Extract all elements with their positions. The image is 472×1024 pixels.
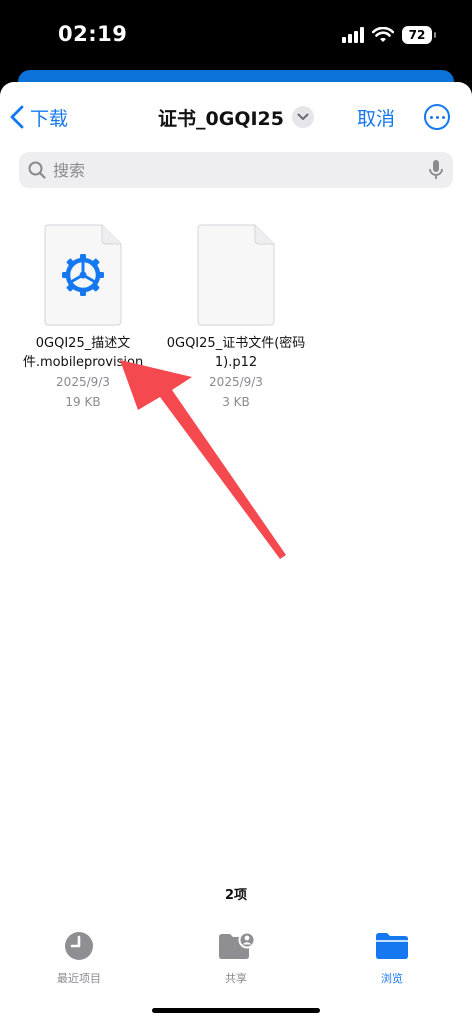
document-thumbnail bbox=[44, 224, 122, 326]
chevron-down-icon bbox=[291, 106, 314, 128]
file-item-p12[interactable]: 0GQI25_证书文件(密码1).p12 2025/9/3 3 KB bbox=[160, 224, 312, 412]
title-menu[interactable]: 证书_0GQI25 bbox=[158, 102, 314, 132]
more-options-button[interactable] bbox=[424, 104, 450, 130]
clock-icon bbox=[65, 932, 93, 960]
file-item-mobileprovision[interactable]: 0GQI25_描述文件.mobileprovision 2025/9/3 19 … bbox=[7, 224, 159, 412]
ellipsis-dot bbox=[441, 115, 445, 119]
home-indicator bbox=[152, 1008, 320, 1013]
shared-folder-icon bbox=[219, 931, 255, 959]
file-name: 0GQI25_描述文件.mobileprovision bbox=[22, 336, 144, 370]
file-date: 2025/9/3 bbox=[209, 375, 263, 389]
back-button[interactable]: 下载 bbox=[10, 102, 68, 132]
cancel-button[interactable]: 取消 bbox=[357, 104, 395, 131]
tab-label: 最近项目 bbox=[57, 972, 101, 985]
blank-document-icon bbox=[197, 224, 275, 326]
settings-gear-icon bbox=[62, 254, 104, 296]
status-bar: 02:19 72 bbox=[0, 0, 472, 70]
tab-bar: 最近项目 共享 浏览 bbox=[0, 930, 472, 1000]
ellipsis-dot bbox=[435, 115, 439, 119]
page-title: 证书_0GQI25 bbox=[158, 107, 284, 130]
file-name: 0GQI25_证书文件(密码1).p12 bbox=[166, 336, 306, 370]
file-date: 2025/9/3 bbox=[56, 375, 110, 389]
file-size: 3 KB bbox=[222, 395, 250, 409]
back-label: 下载 bbox=[30, 107, 69, 130]
tab-recents[interactable]: 最近项目 bbox=[29, 930, 129, 986]
document-thumbnail bbox=[197, 224, 275, 326]
navigation-bar: 下载 证书_0GQI25 取消 bbox=[0, 82, 472, 152]
files-sheet: 下载 证书_0GQI25 取消 搜索 0GQI25_描述文件.mobilepro… bbox=[0, 82, 472, 1024]
search-bar[interactable] bbox=[19, 152, 453, 188]
tab-shared[interactable]: 共享 bbox=[186, 930, 286, 986]
ellipsis-icon bbox=[429, 115, 433, 119]
item-count: 2项 bbox=[224, 888, 248, 903]
microphone-icon[interactable] bbox=[429, 160, 443, 180]
search-icon bbox=[28, 161, 46, 179]
tab-label: 共享 bbox=[225, 972, 247, 985]
wifi-icon bbox=[372, 27, 394, 42]
folder-icon bbox=[376, 933, 408, 959]
file-size: 19 KB bbox=[65, 395, 101, 409]
tab-browse[interactable]: 浏览 bbox=[342, 930, 442, 986]
status-time: 02:19 bbox=[58, 22, 128, 46]
tab-label: 浏览 bbox=[381, 972, 403, 985]
status-icons: 72 bbox=[342, 24, 436, 46]
battery-icon: 72 bbox=[402, 26, 436, 44]
search-input[interactable] bbox=[53, 152, 413, 188]
chevron-left-icon bbox=[10, 105, 24, 129]
cellular-signal-icon bbox=[342, 27, 364, 43]
